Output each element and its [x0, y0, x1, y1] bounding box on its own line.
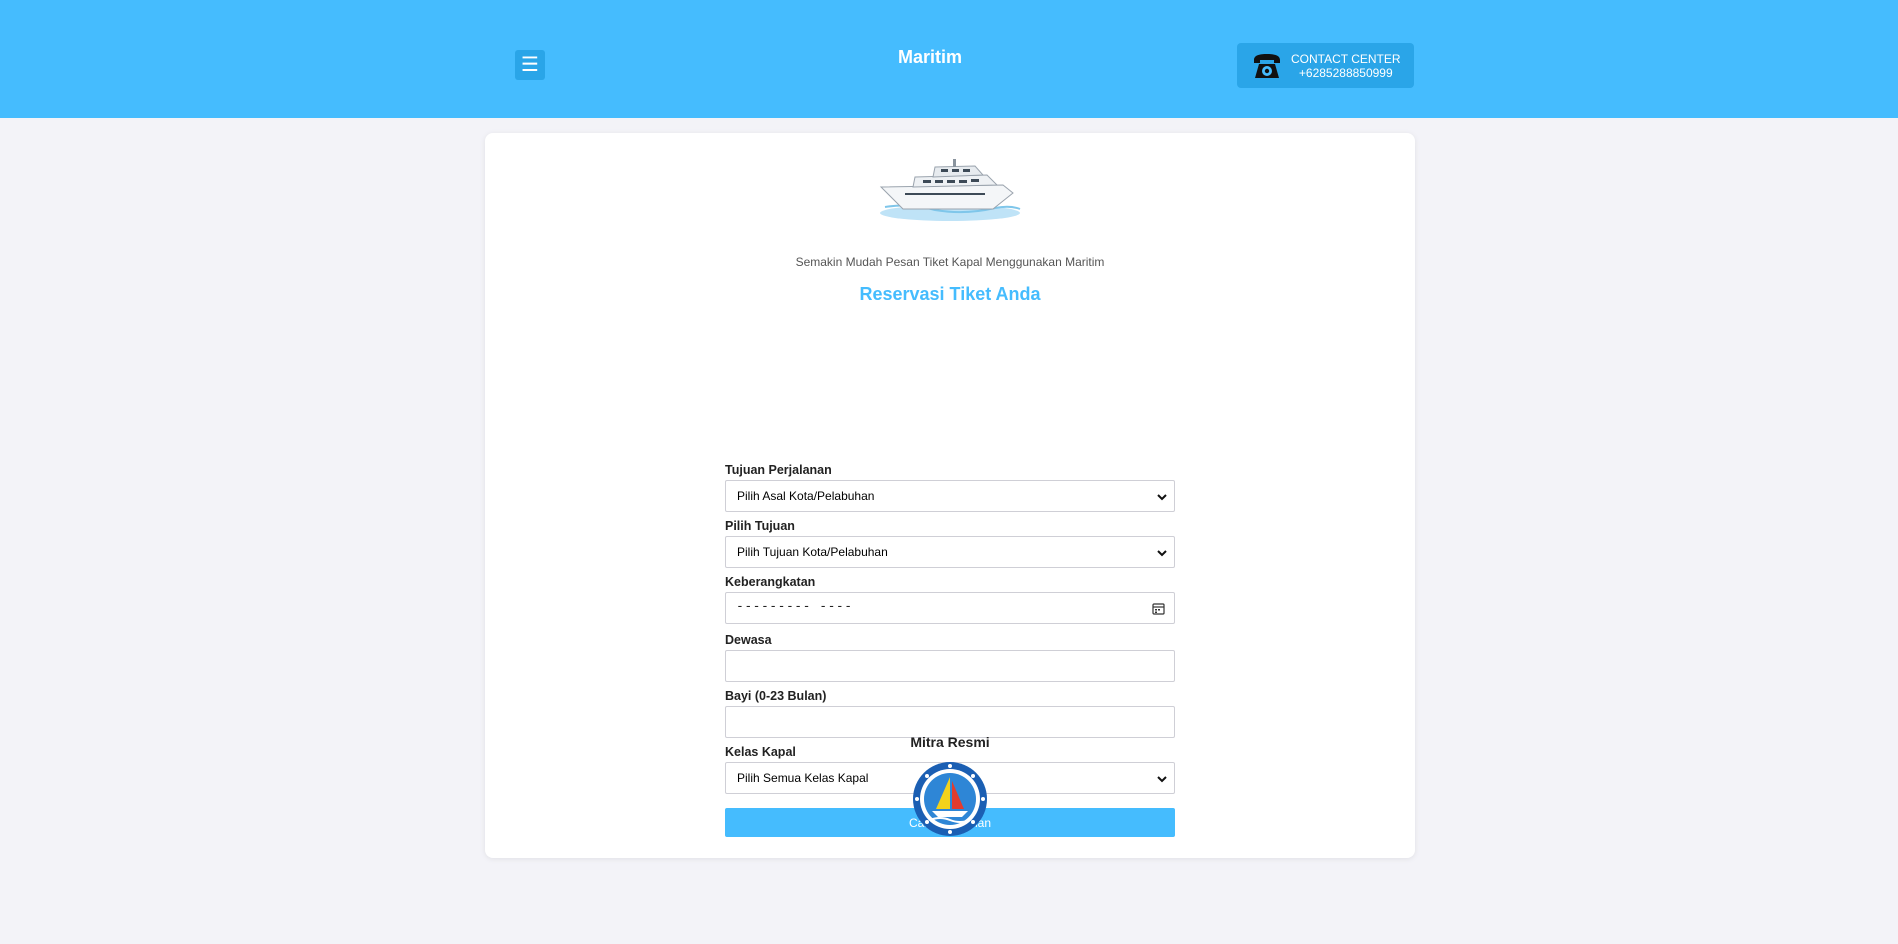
contact-text: CONTACT CENTER +6285288850999: [1291, 52, 1401, 80]
ship-class-select-value: Pilih Semua Kelas Kapal: [737, 771, 869, 785]
reservation-card: Semakin Mudah Pesan Tiket Kapal Mengguna…: [485, 133, 1415, 858]
origin-select-value: Pilih Asal Kota/Pelabuhan: [737, 489, 875, 503]
partner-logo: [912, 761, 988, 837]
destination-select-value: Pilih Tujuan Kota/Pelabuhan: [737, 545, 888, 559]
adult-label: Dewasa: [725, 633, 772, 647]
adult-count-input[interactable]: [725, 650, 1175, 682]
brand-title: Maritim: [897, 47, 962, 67]
top-header: ☰ Maritim CONTACT CENTER +6285288850999: [0, 0, 1898, 118]
hamburger-menu-button[interactable]: ☰: [515, 50, 545, 80]
chevron-down-icon: [1156, 546, 1168, 558]
destination-select[interactable]: Pilih Tujuan Kota/Pelabuhan: [725, 536, 1175, 568]
page-title: Reservasi Tiket Anda: [859, 284, 1041, 304]
contact-label: CONTACT CENTER: [1291, 51, 1401, 66]
origin-label: Tujuan Perjalanan: [725, 463, 832, 477]
contact-center-button[interactable]: CONTACT CENTER +6285288850999: [1237, 43, 1414, 88]
departure-label: Keberangkatan: [725, 575, 816, 589]
chevron-down-icon: [1156, 490, 1168, 502]
chevron-down-icon: [1156, 772, 1168, 784]
tagline: Semakin Mudah Pesan Tiket Kapal Mengguna…: [795, 255, 1105, 269]
departure-date-placeholder: --------- ----: [736, 599, 853, 614]
departure-date-input[interactable]: --------- ----: [725, 592, 1175, 624]
infant-label: Bayi (0-23 Bulan): [725, 689, 827, 703]
contact-phone: +6285288850999: [1298, 65, 1393, 80]
telephone-icon: [1249, 50, 1285, 82]
official-partner-title: Mitra Resmi: [910, 734, 990, 750]
origin-select[interactable]: Pilih Asal Kota/Pelabuhan: [725, 480, 1175, 512]
ship-image: [875, 155, 1025, 225]
calendar-icon[interactable]: [1152, 602, 1165, 615]
destination-label: Pilih Tujuan: [725, 519, 795, 533]
hamburger-menu-icon: ☰: [521, 54, 539, 76]
